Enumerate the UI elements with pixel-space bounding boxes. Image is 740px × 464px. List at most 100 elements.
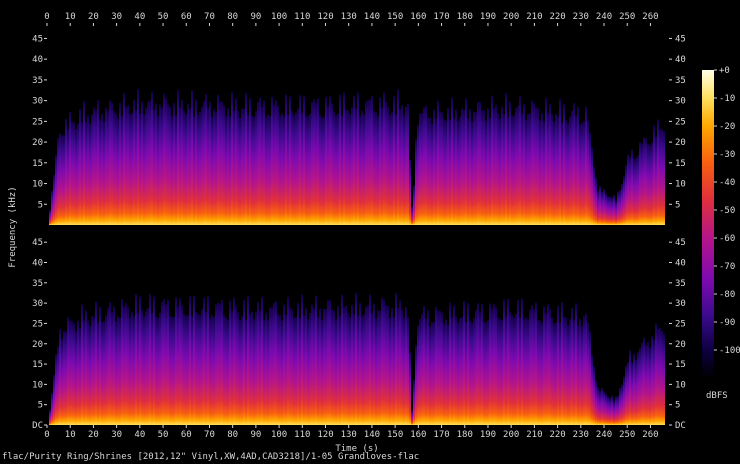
channel-1-spectrum-column [411, 206, 413, 225]
channel-2-spectrum-column [253, 319, 255, 425]
x-tick-label: 180 [457, 430, 473, 440]
channel-1-spectrum-column [109, 100, 111, 225]
channel-2-spectrum-column [279, 315, 281, 425]
channel-2-spectrum-column [415, 345, 417, 425]
x-tick-label: 260 [642, 430, 658, 440]
channel-1-spectrum-column [339, 94, 341, 225]
channel-1-spectrum-column [463, 110, 465, 225]
channel-2-spectrum-column [617, 396, 619, 425]
channel-2-spectrum-column [535, 302, 537, 425]
channel-2-spectrum-column [461, 317, 463, 425]
channel-2-spectrum-column [201, 309, 203, 425]
channel-1-spectrum-column [105, 107, 107, 225]
channel-1-spectrum-column [57, 137, 59, 225]
channel-2-spectrum-column [627, 362, 629, 425]
channel-1-spectrum-column [273, 105, 275, 225]
y-tick-label-right: 10 [675, 380, 686, 390]
channel-1-spectrum-column [423, 107, 425, 225]
channel-2-spectrum-column [575, 303, 577, 425]
channel-1-spectrum-column [329, 96, 331, 225]
channel-2-spectrum-column [657, 328, 659, 425]
channel-2-spectrum-column [375, 318, 377, 425]
channel-2-spectrum-column [425, 319, 427, 425]
channel-1-spectrum-column [181, 100, 183, 225]
channel-2-spectrum-column [235, 306, 237, 425]
channel-1-spectrum-column [357, 92, 359, 225]
channel-1-spectrum-column [397, 89, 399, 225]
x-axis-top-ticks: 0 10 20 30 40 50 60 70 80 90 100 110 120 130 140 150 160… [44, 12, 659, 26]
channel-1-spectrum-column [493, 108, 495, 225]
channel-2-spectrum-column [135, 293, 137, 425]
channel-1-spectrum-column [89, 123, 91, 225]
channel-1-spectrum-column [465, 98, 467, 225]
y-tick-label-right: 10 [675, 180, 686, 190]
channel-2-spectrum-column [155, 316, 157, 425]
channel-2-spectrum-column [451, 317, 453, 425]
channel-1-spectrum-column [161, 107, 163, 225]
channel-1-spectrum-column [359, 116, 361, 225]
x-tick-label: 90 [250, 430, 261, 440]
channel-2-spectrum-column [655, 323, 657, 425]
channel-1-spectrum-column [561, 123, 563, 225]
channel-2-spectrum-column [605, 394, 607, 425]
channel-2-spectrum-column [469, 320, 471, 425]
channel-2-spectrum-column [517, 299, 519, 425]
channel-2-spectrum-column [123, 306, 125, 425]
channel-2-spectrum-column [319, 308, 321, 425]
channel-2-spectrum-column [373, 303, 375, 425]
channel-1-spectrum-column [183, 111, 185, 225]
channel-2-spectrum-column [281, 320, 283, 425]
channel-1-spectrum-column [661, 129, 663, 225]
channel-1-spectrum-column [617, 191, 619, 225]
channel-1-spectrum-column [101, 113, 103, 225]
channel-1-spectrum-column [431, 124, 433, 225]
channel-1-spectrum-column [71, 121, 73, 225]
x-tick-label: 130 [341, 12, 357, 22]
channel-2-spectrum-column [579, 318, 581, 425]
channel-1-spectrum-column [347, 110, 349, 225]
channel-1-spectrum-column [389, 114, 391, 225]
channel-1-spectrum-column [309, 113, 311, 225]
channel-1-spectrum-column [219, 101, 221, 225]
channel-1-spectrum-column [505, 93, 507, 225]
channel-1-spectrum-column [459, 116, 461, 225]
channel-1-spectrum-column [595, 178, 597, 225]
channel-1-spectrum-column [481, 110, 483, 225]
channel-1-spectrum-column [279, 115, 281, 225]
channel-2-spectrum-column [133, 316, 135, 425]
channel-2-spectrum-column [219, 303, 221, 425]
channel-2-spectrum-column [587, 322, 589, 425]
channel-2-spectrum-column [571, 308, 573, 425]
channel-2-spectrum-column [67, 317, 69, 425]
channel-2-spectrum-column [309, 313, 311, 425]
channel-2-spectrum-column [191, 316, 193, 425]
channel-1-spectrum-column [51, 190, 53, 225]
channel-2-spectrum-column [249, 313, 251, 425]
colorbar-tick-label: -40 [719, 178, 735, 188]
x-tick-label: 60 [181, 12, 192, 22]
channel-1-spectrum-column [77, 123, 79, 225]
x-tick-label: 80 [227, 430, 238, 440]
channel-1-spectrum-column [501, 106, 503, 225]
channel-1-spectrum-column [353, 95, 355, 226]
channel-2-spectrum-column [311, 304, 313, 425]
channel-2-spectrum-column [125, 303, 127, 425]
x-tick-label: 160 [410, 430, 426, 440]
y-tick-label-left: 5 [38, 401, 43, 411]
channel-1-spectrum-column [87, 115, 89, 225]
channel-1-spectrum-column [659, 129, 661, 225]
channel-2-spectrum-column [641, 342, 643, 425]
channel-2-spectrum-column [651, 336, 653, 425]
channel-2-spectrum-column [169, 316, 171, 425]
channel-1-spectrum-column [207, 108, 209, 225]
channel-2-spectrum-column [577, 325, 579, 425]
channel-2-spectrum-column [561, 302, 563, 425]
channel-1-spectrum-column [157, 115, 159, 225]
channel-2-spectrum-column [447, 324, 449, 425]
channel-1-spectrum-column [253, 116, 255, 225]
channel-1-spectrum-column [395, 114, 397, 225]
channel-2-spectrum-column [333, 310, 335, 425]
channel-2-spectrum-column [515, 313, 517, 425]
colorbar-tick-label: -100 [719, 346, 740, 356]
channel-2-spectrum-column [335, 319, 337, 425]
